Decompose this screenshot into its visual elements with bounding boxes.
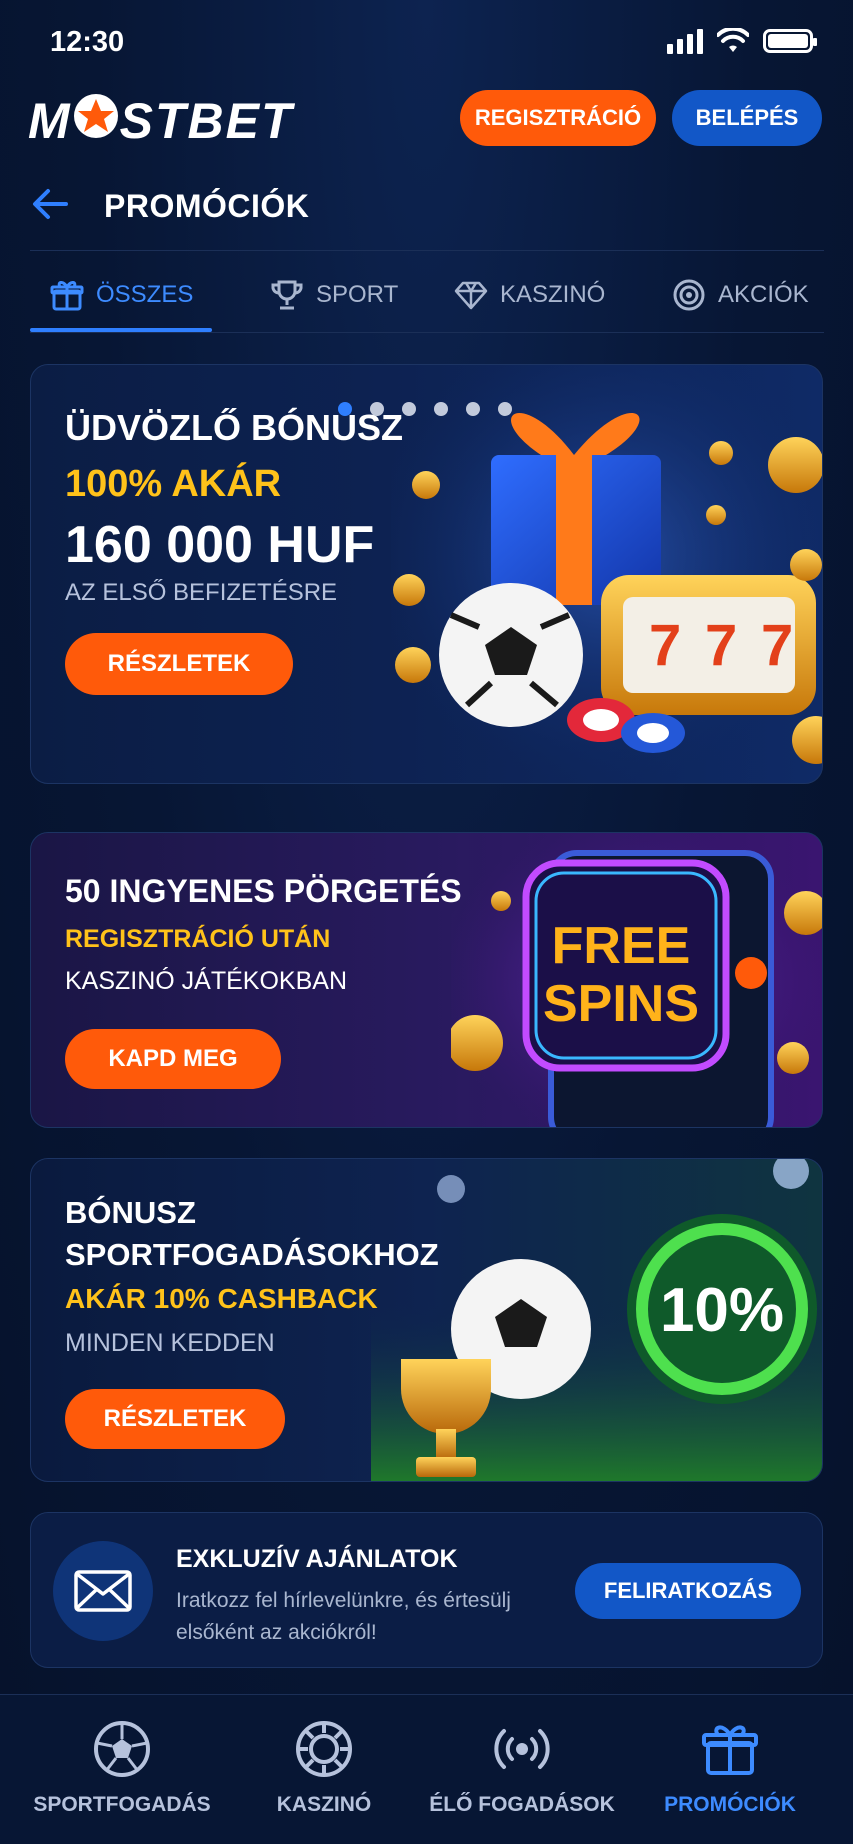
login-button[interactable]: BELÉPÉS xyxy=(672,90,822,146)
carousel-dot[interactable] xyxy=(370,402,384,416)
sport-bonus-title: SPORTFOGADÁSOKHOZ xyxy=(65,1237,439,1272)
title-row: PROMÓCIÓK xyxy=(0,176,853,236)
status-time: 12:30 xyxy=(50,26,125,58)
sport-cashback-illustration: 10% xyxy=(371,1159,822,1481)
svg-text:7: 7 xyxy=(705,613,737,678)
battery-icon xyxy=(763,29,817,53)
carousel-dot[interactable] xyxy=(402,402,416,416)
logo-text-left: M xyxy=(28,93,72,149)
free-spins-subtitle: KASZINÓ JÁTÉKOKBAN xyxy=(65,967,348,995)
nav-item-sportsbetting[interactable]: SPORTFOGADÁS xyxy=(22,1719,222,1817)
free-spins-art-text: FREE xyxy=(552,917,691,975)
live-broadcast-icon xyxy=(494,1729,550,1769)
newsletter-title: EXKLUZÍV AJÁNLATOK xyxy=(176,1545,458,1573)
promo-tabs: ÖSSZES SPORT KASZINÓ AKCIÓK xyxy=(30,262,824,334)
free-spins-card[interactable]: FREE SPINS 50 INGYENES PÖRGETÉS REGISZTR… xyxy=(30,832,823,1128)
nav-label: ÉLŐ FOGADÁSOK xyxy=(429,1793,615,1816)
welcome-bonus-percent: 100% AKÁR xyxy=(65,463,282,505)
app-header: M STBET REGISZTRÁCIÓ BELÉPÉS xyxy=(0,84,853,158)
nav-label: SPORTFOGADÁS xyxy=(33,1793,211,1816)
register-button[interactable]: REGISZTRÁCIÓ xyxy=(460,90,656,146)
promotions-screen: 12:30 M STBET REGISZTRÁCIÓ BELÉPÉS PROMÓ… xyxy=(0,0,853,1844)
gift-icon xyxy=(702,1725,758,1775)
free-spins-illustration: FREE SPINS xyxy=(451,833,822,1127)
newsletter-text: Iratkozz fel hírlevelünkre, és értesülj … xyxy=(176,1589,511,1644)
carousel-dot[interactable] xyxy=(434,402,448,416)
sport-bonus-subtitle: MINDEN KEDDEN xyxy=(65,1329,275,1357)
welcome-bonus-amount: 160 000 HUF xyxy=(65,516,375,574)
wifi-icon xyxy=(717,28,749,52)
newsletter-card: EXKLUZÍV AJÁNLATOK Iratkozz fel hírlevel… xyxy=(30,1512,823,1668)
sport-bonus-title: BÓNUSZ xyxy=(65,1195,196,1230)
free-spins-condition: REGISZTRÁCIÓ UTÁN xyxy=(65,925,331,953)
welcome-details-button[interactable]: RÉSZLETEK xyxy=(65,633,293,695)
svg-text:7: 7 xyxy=(761,613,793,678)
bottom-navigation: SPORTFOGADÁS KASZINÓ ÉLŐ FOGADÁSOK PROMÓ… xyxy=(0,1694,853,1844)
free-spins-art-text: SPINS xyxy=(543,975,699,1033)
carousel-dot[interactable] xyxy=(338,402,352,416)
cashback-badge-text: 10% xyxy=(660,1276,784,1345)
subscribe-button[interactable]: FELIRATKOZÁS xyxy=(575,1563,801,1619)
nav-label: KASZINÓ xyxy=(276,1793,372,1816)
soccer-ball-icon xyxy=(94,1721,150,1777)
free-spins-title: 50 INGYENES PÖRGETÉS xyxy=(65,873,462,909)
envelope-icon xyxy=(53,1541,153,1641)
tab-sport[interactable]: SPORT xyxy=(270,262,398,328)
divider xyxy=(30,250,824,251)
gift-icon xyxy=(50,281,84,311)
sport-bonus-cashback: AKÁR 10% CASHBACK xyxy=(65,1283,378,1314)
sport-details-button[interactable]: RÉSZLETEK xyxy=(65,1389,285,1449)
nav-item-live-bets[interactable]: ÉLŐ FOGADÁSOK xyxy=(422,1719,622,1817)
mostbet-logo[interactable]: M STBET xyxy=(28,92,294,150)
back-arrow-icon[interactable] xyxy=(30,186,70,222)
signal-icon xyxy=(667,28,703,54)
tab-label: SPORT xyxy=(316,281,399,308)
welcome-bonus-title: ÜDVÖZLŐ BÓNUSZ xyxy=(65,407,403,448)
sport-cashback-card[interactable]: 10% BÓNUSZ SPORTFOGADÁSOKHOZ AKÁR 10% CA… xyxy=(30,1158,823,1482)
diamond-icon xyxy=(454,281,488,310)
logo-text-right: STBET xyxy=(119,93,294,149)
target-icon xyxy=(673,279,705,311)
tab-all[interactable]: ÖSSZES xyxy=(50,262,193,328)
trophy-icon xyxy=(271,280,303,310)
tab-label: KASZINÓ xyxy=(500,281,606,308)
nav-item-promotions[interactable]: PROMÓCIÓK xyxy=(630,1719,830,1817)
status-icons xyxy=(667,28,817,54)
carousel-dot[interactable] xyxy=(466,402,480,416)
claim-button[interactable]: KAPD MEG xyxy=(65,1029,281,1089)
tab-label: AKCIÓK xyxy=(718,281,809,308)
nav-item-casino[interactable]: KASZINÓ xyxy=(224,1719,424,1817)
svg-text:7: 7 xyxy=(649,613,681,678)
tabs-divider xyxy=(30,332,824,333)
welcome-bonus-card[interactable]: 7 7 7 ÜDVÖZLŐ BÓNUSZ 100% AKÁR 160 000 H… xyxy=(30,364,823,784)
nav-label: PROMÓCIÓK xyxy=(664,1793,796,1816)
tab-casino[interactable]: KASZINÓ xyxy=(454,262,605,328)
welcome-bonus-subtitle: AZ ELSŐ BEFIZETÉSRE xyxy=(65,579,338,606)
page-title: PROMÓCIÓK xyxy=(104,188,310,224)
status-bar: 12:30 xyxy=(0,0,853,80)
casino-chip-icon xyxy=(296,1721,352,1777)
carousel-dot[interactable] xyxy=(498,402,512,416)
star-icon xyxy=(73,93,119,150)
welcome-bonus-illustration: 7 7 7 xyxy=(391,365,822,783)
tab-promotions[interactable]: AKCIÓK xyxy=(672,262,809,328)
tab-label: ÖSSZES xyxy=(96,281,194,308)
